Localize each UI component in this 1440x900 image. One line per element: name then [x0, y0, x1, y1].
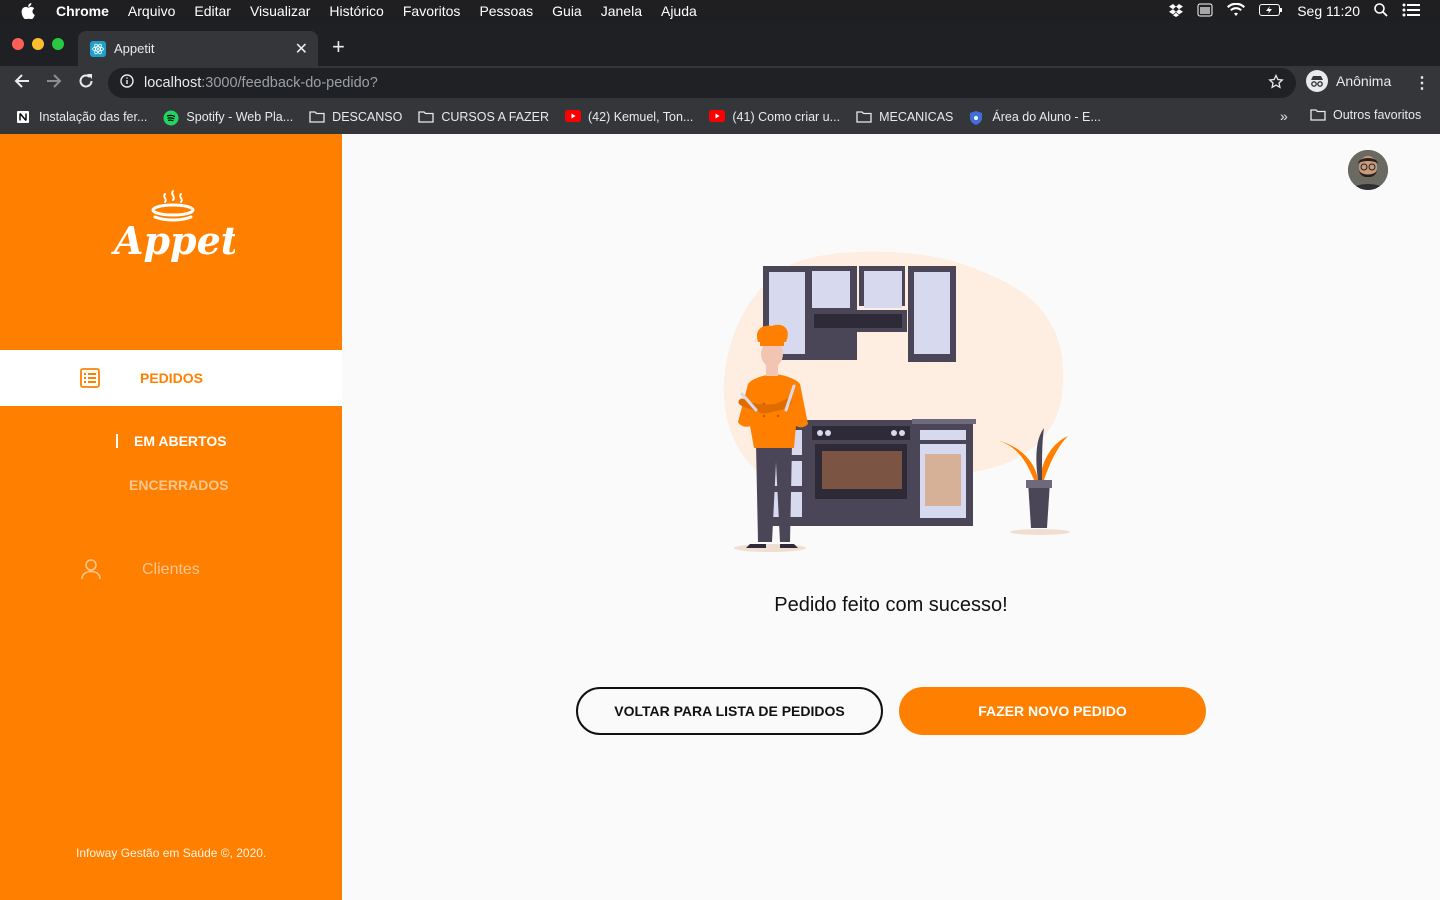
- other-bookmarks-folder[interactable]: Outros favoritos: [1310, 108, 1421, 122]
- minimize-window-button[interactable]: [32, 38, 44, 50]
- close-tab-icon[interactable]: ✕: [295, 39, 308, 59]
- subnav-em-abertos-label: EM ABERTOS: [134, 433, 227, 449]
- chrome-tab-strip: Appetit ✕ +: [0, 22, 1440, 66]
- bookmark-label: CURSOS A FAZER: [441, 110, 549, 124]
- menu-favoritos[interactable]: Favoritos: [403, 3, 461, 19]
- youtube-icon: [565, 110, 581, 124]
- bookmark-label: Outros favoritos: [1333, 108, 1422, 122]
- menu-guia[interactable]: Guia: [552, 3, 582, 19]
- subnav-encerrados[interactable]: ENCERRADOS: [129, 477, 229, 493]
- menu-historico[interactable]: Histórico: [329, 3, 383, 19]
- wifi-icon[interactable]: [1227, 2, 1246, 20]
- macos-menu-bar: Chrome Arquivo Editar Visualizar Históri…: [0, 0, 1440, 22]
- notion-icon: [16, 110, 32, 124]
- menu-ajuda[interactable]: Ajuda: [661, 3, 697, 19]
- zoom-window-button[interactable]: [52, 38, 64, 50]
- nav-pedidos-label: PEDIDOS: [140, 370, 204, 386]
- nav-item-pedidos[interactable]: PEDIDOS: [0, 350, 342, 406]
- bookmarks-bar: Instalação das fer... Spotify - Web Pla.…: [0, 100, 1440, 134]
- url-host: localhost: [144, 75, 202, 91]
- bookmark-folder[interactable]: MECANICAS: [856, 110, 953, 124]
- chrome-toolbar: localhost:3000/feedback-do-pedido? Anôni…: [0, 66, 1440, 100]
- profile-name: Anônima: [1336, 73, 1392, 89]
- bookmark-item[interactable]: (42) Kemuel, Ton...: [565, 110, 693, 124]
- incognito-icon: [1306, 70, 1328, 92]
- url-path: :3000/feedback-do-pedido?: [201, 75, 378, 91]
- bookmark-item[interactable]: Instalação das fer...: [16, 110, 147, 124]
- new-tab-icon[interactable]: +: [332, 36, 345, 58]
- nav-clientes[interactable]: Clientes: [142, 561, 200, 579]
- bookmark-item[interactable]: (41) Como criar u...: [709, 110, 840, 124]
- menu-editar[interactable]: Editar: [194, 3, 231, 19]
- sidebar-footer: Infoway Gestão em Saúde ©, 2020.: [76, 846, 267, 860]
- menu-pessoas[interactable]: Pessoas: [479, 3, 533, 19]
- active-indicator: [116, 434, 118, 448]
- spotlight-search-icon[interactable]: [1374, 2, 1388, 20]
- reload-icon[interactable]: [77, 72, 95, 95]
- forward-arrow-icon[interactable]: [45, 72, 63, 95]
- main-content: Pedido feito com sucesso! VOLTAR PARA LI…: [342, 134, 1440, 900]
- success-message: Pedido feito com sucesso!: [774, 594, 1008, 616]
- bookmark-label: MECANICAS: [879, 110, 954, 124]
- browser-tab[interactable]: Appetit ✕: [78, 31, 318, 66]
- user-avatar[interactable]: [1348, 150, 1388, 190]
- react-favicon-icon: [90, 40, 106, 57]
- chrome-menu-icon[interactable]: ⋮: [1414, 73, 1430, 93]
- folder-icon: [309, 110, 325, 124]
- bookmark-label: Instalação das fer...: [39, 110, 148, 124]
- bookmark-label: DESCANSO: [332, 110, 403, 124]
- menu-janela[interactable]: Janela: [601, 3, 642, 19]
- site-info-icon[interactable]: [120, 74, 134, 92]
- spotify-icon: [163, 110, 179, 126]
- chef-kitchen-illustration: [712, 244, 1072, 564]
- bookmark-label: Spotify - Web Pla...: [186, 110, 294, 124]
- bookmark-item[interactable]: Área do Aluno - E...: [969, 110, 1101, 125]
- bookmark-item[interactable]: Spotify - Web Pla...: [163, 110, 294, 126]
- clock-text[interactable]: Seg 11:20: [1297, 3, 1360, 19]
- youtube-icon: [709, 110, 726, 124]
- bookmark-label: Área do Aluno - E...: [992, 110, 1101, 124]
- window-controls: [12, 38, 64, 50]
- close-window-button[interactable]: [12, 38, 24, 50]
- profile-button[interactable]: Anônima: [1306, 70, 1391, 92]
- menu-app-name[interactable]: Chrome: [56, 3, 109, 19]
- calendar-icon[interactable]: [1197, 3, 1213, 20]
- tab-title: Appetit: [114, 41, 155, 56]
- menu-arquivo[interactable]: Arquivo: [128, 3, 175, 19]
- appetit-logo[interactable]: Appetit: [110, 186, 271, 276]
- app-sidebar: Appetit PEDIDOS EM ABERTOS ENCERRADOS Cl…: [0, 134, 342, 900]
- bookmark-star-icon[interactable]: [1268, 73, 1284, 94]
- list-icon: [80, 368, 100, 393]
- notification-center-icon[interactable]: [1402, 3, 1420, 20]
- user-icon[interactable]: [80, 558, 102, 585]
- brand-logotype: Appetit: [111, 218, 235, 263]
- folder-icon: [418, 110, 434, 124]
- address-bar[interactable]: localhost:3000/feedback-do-pedido?: [108, 68, 1296, 98]
- dropbox-icon[interactable]: [1169, 3, 1184, 20]
- back-arrow-icon[interactable]: [13, 72, 31, 95]
- back-to-orders-button[interactable]: VOLTAR PARA LISTA DE PEDIDOS: [576, 687, 883, 735]
- subnav-em-abertos[interactable]: EM ABERTOS: [116, 432, 227, 450]
- bookmark-label: (42) Kemuel, Ton...: [588, 110, 694, 124]
- menu-visualizar[interactable]: Visualizar: [250, 3, 310, 19]
- battery-icon[interactable]: [1259, 3, 1283, 19]
- folder-icon: [856, 110, 872, 124]
- bookmark-label: (41) Como criar u...: [732, 110, 841, 124]
- shield-icon: [969, 110, 985, 125]
- folder-icon: [1310, 108, 1326, 122]
- apple-logo-icon[interactable]: [0, 3, 56, 19]
- bookmark-folder[interactable]: DESCANSO: [309, 110, 402, 124]
- new-order-button[interactable]: FAZER NOVO PEDIDO: [899, 687, 1206, 735]
- more-bookmarks-icon[interactable]: »: [1280, 108, 1288, 124]
- bookmark-folder[interactable]: CURSOS A FAZER: [418, 110, 549, 124]
